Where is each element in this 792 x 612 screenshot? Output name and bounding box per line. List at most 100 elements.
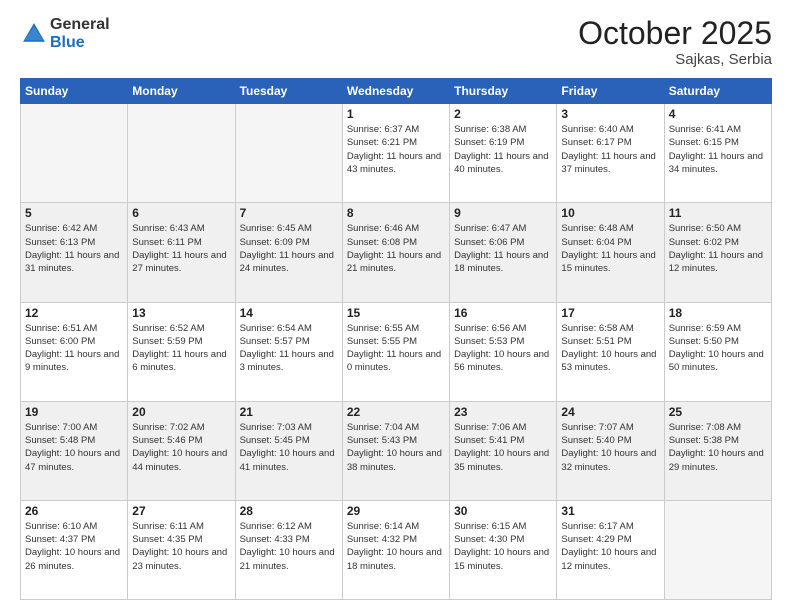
day-number: 26 (25, 504, 123, 518)
table-row: 20 Sunrise: 7:02 AMSunset: 5:46 PMDayligh… (128, 401, 235, 500)
weekday-header-row: Sunday Monday Tuesday Wednesday Thursday… (21, 79, 772, 104)
day-info: Sunrise: 7:06 AMSunset: 5:41 PMDaylight:… (454, 421, 552, 474)
table-row: 28 Sunrise: 6:12 AMSunset: 4:33 PMDayligh… (235, 500, 342, 599)
day-info: Sunrise: 6:52 AMSunset: 5:59 PMDaylight:… (132, 322, 230, 375)
day-number: 31 (561, 504, 659, 518)
day-info: Sunrise: 7:02 AMSunset: 5:46 PMDaylight:… (132, 421, 230, 474)
day-number: 19 (25, 405, 123, 419)
header-tuesday: Tuesday (235, 79, 342, 104)
table-row: 21 Sunrise: 7:03 AMSunset: 5:45 PMDayligh… (235, 401, 342, 500)
header-monday: Monday (128, 79, 235, 104)
day-number: 14 (240, 306, 338, 320)
day-info: Sunrise: 6:15 AMSunset: 4:30 PMDaylight:… (454, 520, 552, 573)
calendar: Sunday Monday Tuesday Wednesday Thursday… (20, 78, 772, 600)
header-wednesday: Wednesday (342, 79, 449, 104)
day-number: 21 (240, 405, 338, 419)
table-row: 15Sunrise: 6:55 AMSunset: 5:55 PMDayligh… (342, 302, 449, 401)
week-row: 5 Sunrise: 6:42 AMSunset: 6:13 PMDaylight… (21, 203, 772, 302)
table-row: 13 Sunrise: 6:52 AMSunset: 5:59 PMDayligh… (128, 302, 235, 401)
header-sunday: Sunday (21, 79, 128, 104)
table-row: 22 Sunrise: 7:04 AMSunset: 5:43 PMDayligh… (342, 401, 449, 500)
day-info: Sunrise: 6:46 AMSunset: 6:08 PMDaylight:… (347, 222, 445, 275)
table-row: 3 Sunrise: 6:40 AMSunset: 6:17 PMDaylight… (557, 104, 664, 203)
header: General Blue October 2025 Sajkas, Serbia (20, 16, 772, 68)
week-row: 1 Sunrise: 6:37 AMSunset: 6:21 PMDaylight… (21, 104, 772, 203)
day-info: Sunrise: 7:04 AMSunset: 5:43 PMDaylight:… (347, 421, 445, 474)
day-info: Sunrise: 7:03 AMSunset: 5:45 PMDaylight:… (240, 421, 338, 474)
day-info: Sunrise: 6:54 AMSunset: 5:57 PMDaylight:… (240, 322, 338, 375)
table-row (235, 104, 342, 203)
table-row: 24 Sunrise: 7:07 AMSunset: 5:40 PMDayligh… (557, 401, 664, 500)
day-number: 23 (454, 405, 552, 419)
day-number: 6 (132, 206, 230, 220)
day-number: 9 (454, 206, 552, 220)
day-info: Sunrise: 6:40 AMSunset: 6:17 PMDaylight:… (561, 123, 659, 176)
table-row: 25Sunrise: 7:08 AMSunset: 5:38 PMDayligh… (664, 401, 771, 500)
day-info: Sunrise: 6:48 AMSunset: 6:04 PMDaylight:… (561, 222, 659, 275)
day-number: 22 (347, 405, 445, 419)
day-number: 4 (669, 107, 767, 121)
page: General Blue October 2025 Sajkas, Serbia… (0, 0, 792, 612)
day-info: Sunrise: 6:11 AMSunset: 4:35 PMDaylight:… (132, 520, 230, 573)
header-saturday: Saturday (664, 79, 771, 104)
day-number: 10 (561, 206, 659, 220)
logo-text: General Blue (50, 16, 110, 51)
table-row: 1 Sunrise: 6:37 AMSunset: 6:21 PMDaylight… (342, 104, 449, 203)
day-info: Sunrise: 6:37 AMSunset: 6:21 PMDaylight:… (347, 123, 445, 176)
day-number: 1 (347, 107, 445, 121)
day-info: Sunrise: 6:14 AMSunset: 4:32 PMDaylight:… (347, 520, 445, 573)
table-row (664, 500, 771, 599)
table-row: 4Sunrise: 6:41 AMSunset: 6:15 PMDaylight… (664, 104, 771, 203)
day-info: Sunrise: 7:07 AMSunset: 5:40 PMDaylight:… (561, 421, 659, 474)
day-number: 3 (561, 107, 659, 121)
day-number: 27 (132, 504, 230, 518)
day-info: Sunrise: 6:59 AMSunset: 5:50 PMDaylight:… (669, 322, 767, 375)
table-row: 26 Sunrise: 6:10 AMSunset: 4:37 PMDayligh… (21, 500, 128, 599)
day-number: 17 (561, 306, 659, 320)
day-info: Sunrise: 6:38 AMSunset: 6:19 PMDaylight:… (454, 123, 552, 176)
day-number: 7 (240, 206, 338, 220)
day-info: Sunrise: 6:42 AMSunset: 6:13 PMDaylight:… (25, 222, 123, 275)
header-friday: Friday (557, 79, 664, 104)
day-info: Sunrise: 6:51 AMSunset: 6:00 PMDaylight:… (25, 322, 123, 375)
day-info: Sunrise: 7:08 AMSunset: 5:38 PMDaylight:… (669, 421, 767, 474)
day-info: Sunrise: 6:58 AMSunset: 5:51 PMDaylight:… (561, 322, 659, 375)
day-info: Sunrise: 6:56 AMSunset: 5:53 PMDaylight:… (454, 322, 552, 375)
table-row: 12Sunrise: 6:51 AMSunset: 6:00 PMDayligh… (21, 302, 128, 401)
header-thursday: Thursday (450, 79, 557, 104)
day-number: 28 (240, 504, 338, 518)
day-info: Sunrise: 6:12 AMSunset: 4:33 PMDaylight:… (240, 520, 338, 573)
table-row: 6 Sunrise: 6:43 AMSunset: 6:11 PMDaylight… (128, 203, 235, 302)
day-info: Sunrise: 6:43 AMSunset: 6:11 PMDaylight:… (132, 222, 230, 275)
day-info: Sunrise: 7:00 AMSunset: 5:48 PMDaylight:… (25, 421, 123, 474)
table-row: 14 Sunrise: 6:54 AMSunset: 5:57 PMDayligh… (235, 302, 342, 401)
month-title: October 2025 (578, 16, 772, 51)
table-row: 7 Sunrise: 6:45 AMSunset: 6:09 PMDaylight… (235, 203, 342, 302)
day-number: 5 (25, 206, 123, 220)
logo-icon (20, 20, 48, 48)
day-number: 11 (669, 206, 767, 220)
table-row: 2 Sunrise: 6:38 AMSunset: 6:19 PMDaylight… (450, 104, 557, 203)
day-number: 2 (454, 107, 552, 121)
day-number: 29 (347, 504, 445, 518)
day-number: 20 (132, 405, 230, 419)
day-info: Sunrise: 6:17 AMSunset: 4:29 PMDaylight:… (561, 520, 659, 573)
day-number: 24 (561, 405, 659, 419)
logo-blue: Blue (50, 34, 110, 52)
day-info: Sunrise: 6:10 AMSunset: 4:37 PMDaylight:… (25, 520, 123, 573)
day-info: Sunrise: 6:45 AMSunset: 6:09 PMDaylight:… (240, 222, 338, 275)
day-number: 13 (132, 306, 230, 320)
day-number: 8 (347, 206, 445, 220)
table-row (128, 104, 235, 203)
table-row: 8 Sunrise: 6:46 AMSunset: 6:08 PMDaylight… (342, 203, 449, 302)
day-info: Sunrise: 6:55 AMSunset: 5:55 PMDaylight:… (347, 322, 445, 375)
table-row: 11Sunrise: 6:50 AMSunset: 6:02 PMDayligh… (664, 203, 771, 302)
table-row: 5 Sunrise: 6:42 AMSunset: 6:13 PMDaylight… (21, 203, 128, 302)
title-block: October 2025 Sajkas, Serbia (578, 16, 772, 68)
table-row: 16 Sunrise: 6:56 AMSunset: 5:53 PMDayligh… (450, 302, 557, 401)
day-number: 16 (454, 306, 552, 320)
week-row: 19 Sunrise: 7:00 AMSunset: 5:48 PMDayligh… (21, 401, 772, 500)
table-row: 18Sunrise: 6:59 AMSunset: 5:50 PMDayligh… (664, 302, 771, 401)
table-row: 19 Sunrise: 7:00 AMSunset: 5:48 PMDayligh… (21, 401, 128, 500)
table-row (21, 104, 128, 203)
